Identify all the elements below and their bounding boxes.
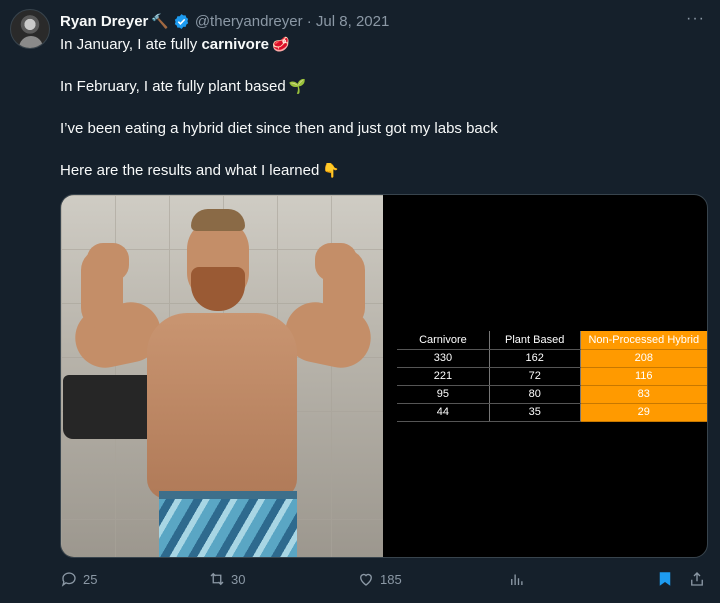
reply-count: 25 (83, 571, 98, 587)
cell: 116 (579, 367, 707, 386)
tweet-line-2-text: In February, I ate fully plant based (60, 78, 286, 95)
header-hybrid: Non-Processed Hybrid (579, 331, 707, 350)
cell: 83 (579, 385, 707, 404)
cell: 95 (397, 385, 490, 404)
table-row: 221 72 116 (397, 367, 707, 386)
views-icon (511, 574, 523, 585)
reply-icon (61, 572, 76, 587)
table-header-row: Carnivore Plant Based Non-Processed Hybr… (397, 331, 707, 350)
more-options-icon[interactable]: ··· (686, 10, 705, 28)
reply-button[interactable]: 25 (60, 570, 97, 588)
flexing-photo[interactable] (61, 195, 383, 557)
like-icon (360, 573, 372, 586)
tweet-header: Ryan Dreyer 🔨 @theryandreyer · Jul 8, 20… (60, 11, 389, 31)
table-row: 330 162 208 (397, 349, 707, 368)
seedling-emoji: 🌱 (288, 78, 307, 94)
tweet-line-1-bold: carnivore (201, 36, 270, 53)
verified-badge-icon[interactable] (173, 13, 190, 30)
author-handle-date[interactable]: @theryandreyer · Jul 8, 2021 (195, 13, 390, 30)
like-count: 185 (380, 571, 402, 587)
header-plant-based: Plant Based (488, 331, 581, 350)
cell: 44 (397, 403, 490, 422)
cell: 80 (488, 385, 581, 404)
retweet-button[interactable]: 30 (208, 570, 245, 588)
cell: 208 (579, 349, 707, 368)
cell: 162 (488, 349, 581, 368)
cell: 330 (397, 349, 490, 368)
tweet-line-3: I’ve been eating a hybrid diet since the… (60, 120, 498, 137)
table-row: 95 80 83 (397, 385, 707, 404)
pointing-down-emoji: 👇 (322, 162, 340, 178)
author-name[interactable]: Ryan Dreyer (60, 13, 148, 30)
tweet-line-4: Here are the results and what I learned 👇 (60, 162, 340, 179)
like-button[interactable]: 185 (357, 570, 402, 588)
tweet-line-4-text: Here are the results and what I learned (60, 162, 320, 179)
header-carnivore: Carnivore (397, 331, 490, 350)
tweet-media[interactable]: Carnivore Plant Based Non-Processed Hybr… (60, 194, 708, 558)
views-button[interactable] (508, 570, 531, 588)
retweet-icon (210, 572, 224, 586)
bookmark-button[interactable] (656, 570, 679, 588)
tweet-line-1-text: In January, I ate fully (60, 36, 202, 53)
lab-results-table[interactable]: Carnivore Plant Based Non-Processed Hybr… (397, 331, 707, 422)
share-button[interactable] (688, 570, 711, 588)
share-icon (691, 572, 703, 586)
cell: 35 (488, 403, 581, 422)
tweet-line-2: In February, I ate fully plant based 🌱 (60, 78, 306, 95)
cell: 221 (397, 367, 490, 386)
author-avatar[interactable] (10, 9, 50, 49)
steak-emoji: 🥩 (272, 36, 290, 52)
table-row: 44 35 29 (397, 403, 707, 422)
bookmark-icon (659, 572, 671, 586)
hammer-emoji: 🔨 (151, 12, 169, 29)
tweet-actions: 25 30 185 (0, 570, 720, 594)
cell: 72 (488, 367, 581, 386)
retweet-count: 30 (231, 571, 246, 587)
tweet-line-1: In January, I ate fully carnivore 🥩 (60, 36, 289, 53)
cell: 29 (579, 403, 707, 422)
